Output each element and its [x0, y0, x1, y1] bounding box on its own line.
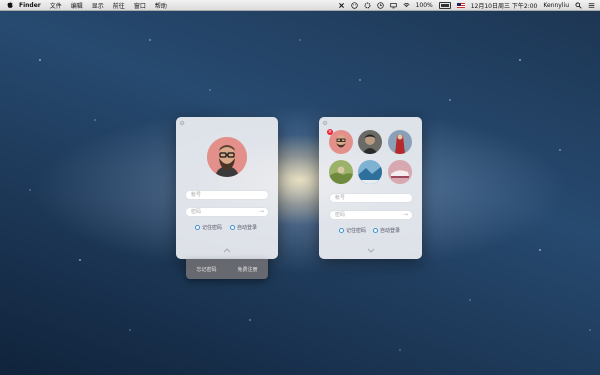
- remember-radio[interactable]: [195, 225, 200, 230]
- battery-icon[interactable]: [438, 1, 451, 9]
- menu-bar: Finder 文件 编辑 显示 前往 窗口 帮助 100% 12月10日周三 下…: [0, 0, 600, 11]
- login-drawer: 忘记密码 免费注册: [186, 259, 268, 279]
- menu-window[interactable]: 窗口: [134, 1, 146, 10]
- avatar-green-hills[interactable]: [329, 160, 353, 184]
- remember-radio[interactable]: [339, 228, 344, 233]
- password-input[interactable]: 密码 →: [329, 210, 413, 220]
- gear-icon[interactable]: [179, 120, 185, 126]
- menu-file[interactable]: 文件: [50, 1, 62, 10]
- face-icon[interactable]: [350, 1, 358, 9]
- account-placeholder: 帐号: [191, 192, 202, 198]
- register-link[interactable]: 免费注册: [237, 266, 257, 273]
- battery-percent[interactable]: 100%: [416, 2, 433, 9]
- remove-badge[interactable]: ×: [327, 129, 333, 135]
- us-flag-icon[interactable]: [456, 2, 465, 8]
- menu-user[interactable]: Kennyliu: [543, 2, 569, 9]
- apple-icon[interactable]: [6, 1, 14, 9]
- search-icon[interactable]: [575, 1, 582, 9]
- settings-icon[interactable]: [364, 2, 371, 9]
- display-icon[interactable]: [389, 2, 397, 9]
- auto-login-option[interactable]: 自动登录: [230, 224, 257, 231]
- password-placeholder: 密码: [335, 212, 346, 218]
- menu-help[interactable]: 帮助: [155, 1, 167, 10]
- chevron-up-icon[interactable]: [223, 248, 231, 253]
- wifi-icon[interactable]: [403, 2, 410, 9]
- user-avatar[interactable]: [207, 137, 247, 177]
- remember-password-option[interactable]: 记住密码: [195, 224, 222, 231]
- list-icon[interactable]: [588, 2, 595, 9]
- bearded-man-portrait: [207, 137, 247, 177]
- login-panel-single: 帐号 密码 → 记住密码 自动登录: [176, 117, 278, 259]
- avatar-bearded-man[interactable]: [329, 130, 353, 154]
- remember-password-option[interactable]: 记住密码: [339, 227, 366, 234]
- avatar-dark-figure[interactable]: [358, 130, 382, 154]
- forgot-password-link[interactable]: 忘记密码: [196, 266, 216, 273]
- account-input[interactable]: 帐号: [185, 190, 269, 200]
- gear-icon[interactable]: [322, 120, 328, 126]
- menu-datetime[interactable]: 12月10日周三 下午2:00: [471, 1, 538, 10]
- login-panel-multi: × 帐号 密码 → 记住密码 自动登录: [319, 117, 422, 259]
- menu-app-name[interactable]: Finder: [19, 2, 41, 9]
- account-input[interactable]: 帐号: [329, 193, 413, 203]
- chevron-down-icon[interactable]: [367, 248, 375, 253]
- password-input[interactable]: 密码 →: [185, 207, 269, 217]
- remember-label: 记住密码: [346, 228, 367, 234]
- account-placeholder: 帐号: [335, 195, 346, 201]
- menu-view[interactable]: 显示: [92, 1, 104, 10]
- autologin-label: 自动登录: [237, 225, 258, 231]
- auto-login-option[interactable]: 自动登录: [373, 227, 400, 234]
- clock-icon[interactable]: [376, 1, 384, 9]
- avatar-blue-landscape[interactable]: [358, 160, 382, 184]
- scissors-icon[interactable]: [338, 2, 345, 9]
- password-placeholder: 密码: [191, 209, 202, 215]
- autologin-label: 自动登录: [380, 228, 401, 234]
- avatar-red-figure[interactable]: [388, 130, 412, 154]
- avatar-pink-shoes[interactable]: [388, 160, 412, 184]
- menu-edit[interactable]: 编辑: [71, 1, 83, 10]
- desktop-wallpaper: [29, 39, 591, 351]
- menu-go[interactable]: 前往: [113, 1, 125, 10]
- arrow-right-icon[interactable]: →: [259, 208, 264, 216]
- autologin-radio[interactable]: [230, 225, 235, 230]
- remember-label: 记住密码: [202, 225, 223, 231]
- arrow-right-icon[interactable]: →: [403, 211, 408, 219]
- autologin-radio[interactable]: [373, 228, 378, 233]
